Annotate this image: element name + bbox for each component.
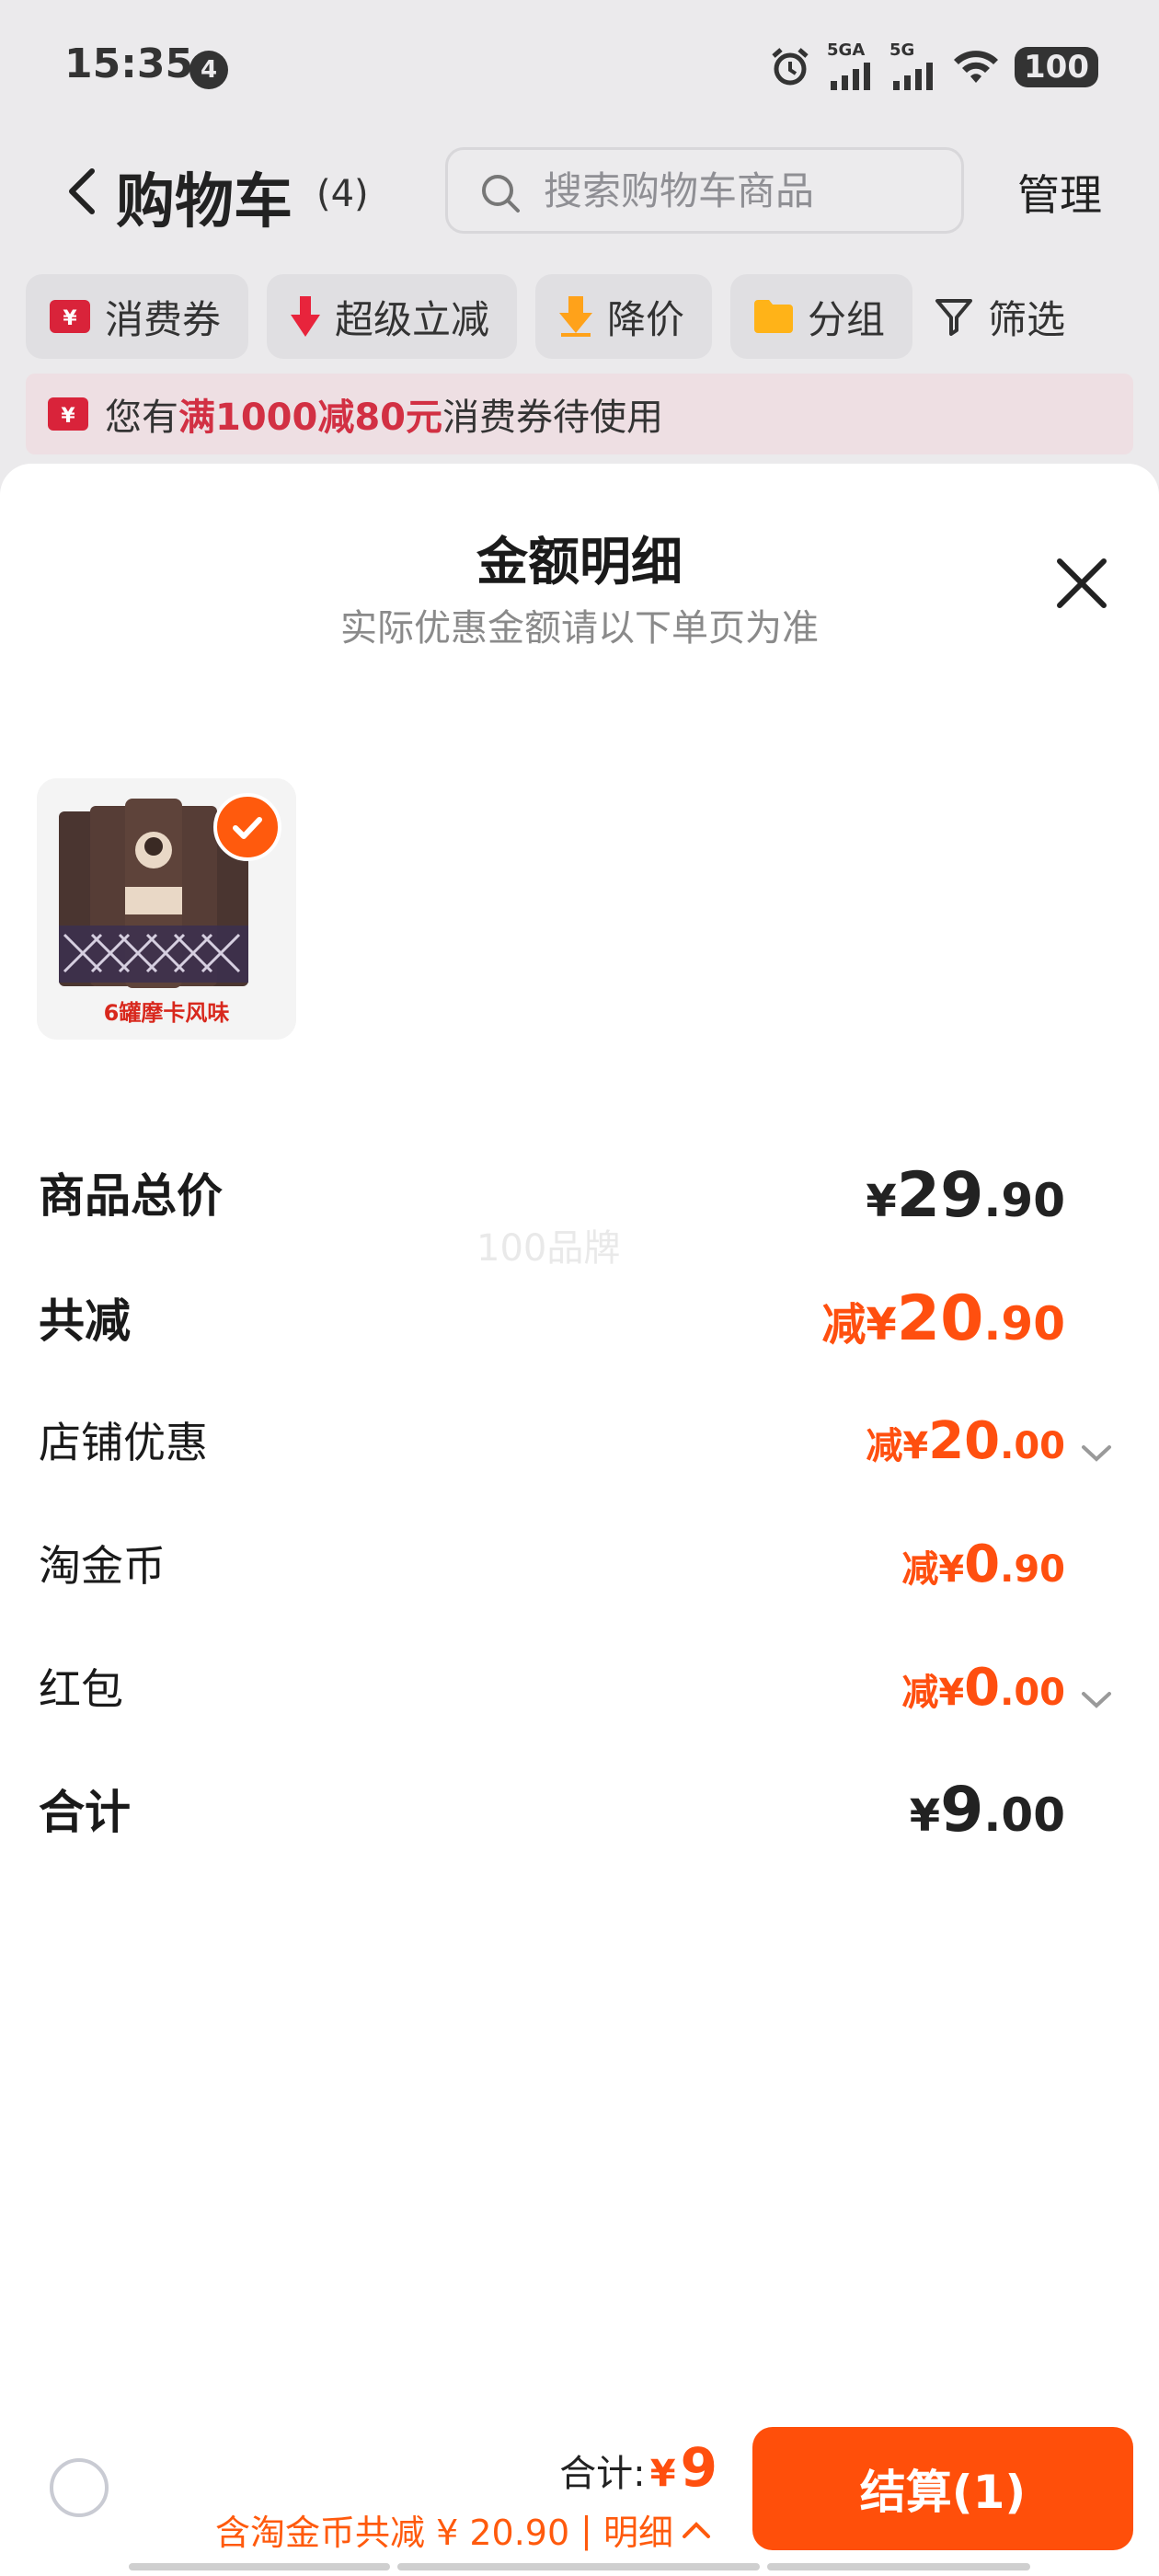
battery-indicator: 100	[1015, 47, 1098, 87]
coupon-banner[interactable]: ¥ 您有 满1000减80元 消费券待使用	[26, 374, 1133, 454]
filter-chip-label: 消费券	[105, 296, 222, 342]
bottom-total: 合计: ¥ 9	[559, 2436, 717, 2499]
svg-text:¥: ¥	[61, 405, 75, 428]
home-indicator	[767, 2563, 1030, 2570]
coupon-banner-prefix: 您有	[105, 397, 178, 439]
price-drop-icon	[559, 296, 593, 337]
checkout-bar: 合计: ¥ 9 含淘金币共减 ¥ 20.90 | 明细 结算(1)	[0, 2420, 1159, 2576]
notification-count-badge: 4	[189, 51, 228, 89]
filter-chip-filter[interactable]: 筛选	[931, 274, 1093, 359]
bottom-total-currency: ¥	[649, 2453, 676, 2495]
amount-detail-sheet: 金额明细 实际优惠金额请以下单页为准 6罐摩卡风味 100品牌 商品总价 ¥29…	[0, 464, 1159, 2576]
shop-discount-value[interactable]: 减¥20.00	[866, 1411, 1065, 1471]
filter-icon	[935, 297, 973, 336]
filter-chip-coupon[interactable]: ¥ 消费券	[26, 274, 249, 359]
red-packet-value[interactable]: 减¥0.00	[901, 1658, 1065, 1718]
signal-5g-icon: 5G	[889, 40, 937, 90]
coupon-banner-highlight: 满1000减80元	[178, 397, 442, 439]
filter-chip-price-drop[interactable]: 降价	[535, 274, 713, 359]
status-time: 15:35	[64, 40, 194, 87]
filter-chip-super-discount[interactable]: 超级立减	[267, 274, 518, 359]
product-caption: 6罐摩卡风味	[103, 1000, 230, 1026]
detail-link[interactable]: 明细	[603, 2504, 673, 2555]
status-bar: 15:35 4 5GA 5G 100	[0, 0, 1159, 138]
alarm-icon	[768, 45, 812, 89]
filter-chips: ¥ 消费券 超级立减 降价 分组 筛选	[26, 274, 1093, 359]
sheet-subtitle: 实际优惠金额请以下单页为准	[340, 607, 819, 650]
close-icon[interactable]	[1050, 552, 1113, 615]
checkout-button[interactable]: 结算(1)	[752, 2427, 1133, 2550]
coins-value: 减¥0.90	[901, 1535, 1065, 1594]
back-arrow-icon[interactable]	[64, 164, 101, 219]
filter-chip-label: 分组	[808, 296, 886, 342]
total-discount-label: 共减	[39, 1294, 131, 1348]
total-price-value: ¥29.90	[866, 1159, 1065, 1232]
manage-button[interactable]: 管理	[1017, 162, 1102, 223]
filter-chip-group[interactable]: 分组	[730, 274, 913, 359]
separator: |	[580, 2509, 592, 2550]
red-packet-label: 红包	[39, 1664, 123, 1714]
home-indicator	[397, 2563, 760, 2570]
total-price-label: 商品总价	[39, 1169, 223, 1223]
filter-chip-label: 降价	[607, 296, 685, 342]
wifi-icon	[952, 49, 1000, 86]
grand-total-value: ¥9.00	[909, 1774, 1065, 1846]
search-icon	[479, 172, 522, 218]
cart-header: 购物车 (4) 管理	[0, 138, 1159, 244]
signal-5ga-icon: 5GA	[827, 40, 875, 90]
cart-search-box[interactable]	[445, 147, 964, 234]
bottom-total-label: 合计:	[559, 2453, 646, 2495]
svg-text:¥: ¥	[63, 307, 77, 330]
coupon-banner-suffix: 消费券待使用	[442, 397, 663, 439]
home-indicator	[129, 2563, 390, 2570]
saving-summary[interactable]: 含淘金币共减 ¥ 20.90 | 明细	[215, 2504, 712, 2555]
chevron-down-icon[interactable]	[1080, 1689, 1113, 1711]
watermark-text: 100品牌	[476, 1227, 621, 1270]
coupon-icon: ¥	[48, 396, 88, 432]
select-all-checkbox[interactable]	[50, 2458, 109, 2517]
bottom-total-amount: 9	[680, 2436, 717, 2499]
filter-chip-label: 筛选	[988, 296, 1066, 342]
coupon-icon: ¥	[50, 298, 90, 335]
shop-discount-label: 店铺优惠	[39, 1418, 208, 1467]
page-title: 购物车	[116, 168, 293, 236]
chevron-down-icon[interactable]	[1080, 1443, 1113, 1465]
status-icons: 5GA 5G 100	[768, 40, 1098, 90]
grand-total-label: 合计	[39, 1786, 131, 1839]
checkmark-icon[interactable]	[213, 793, 281, 861]
saving-text: 含淘金币共减 ¥ 20.90	[215, 2513, 570, 2553]
filter-chip-label: 超级立减	[335, 296, 490, 342]
chevron-up-icon[interactable]	[681, 2520, 712, 2540]
coins-label: 淘金币	[39, 1541, 166, 1591]
cart-item-count: (4)	[316, 173, 369, 215]
total-discount-value: 减¥20.90	[821, 1282, 1065, 1355]
arrow-down-icon	[291, 296, 321, 337]
folder-icon	[754, 300, 794, 333]
cart-page-backdrop: 15:35 4 5GA 5G 100 购物车 (4) 搜索购物车商品 管理 ¥ …	[0, 0, 1159, 515]
search-input[interactable]	[544, 163, 930, 218]
sheet-title: 金额明细	[476, 533, 683, 592]
